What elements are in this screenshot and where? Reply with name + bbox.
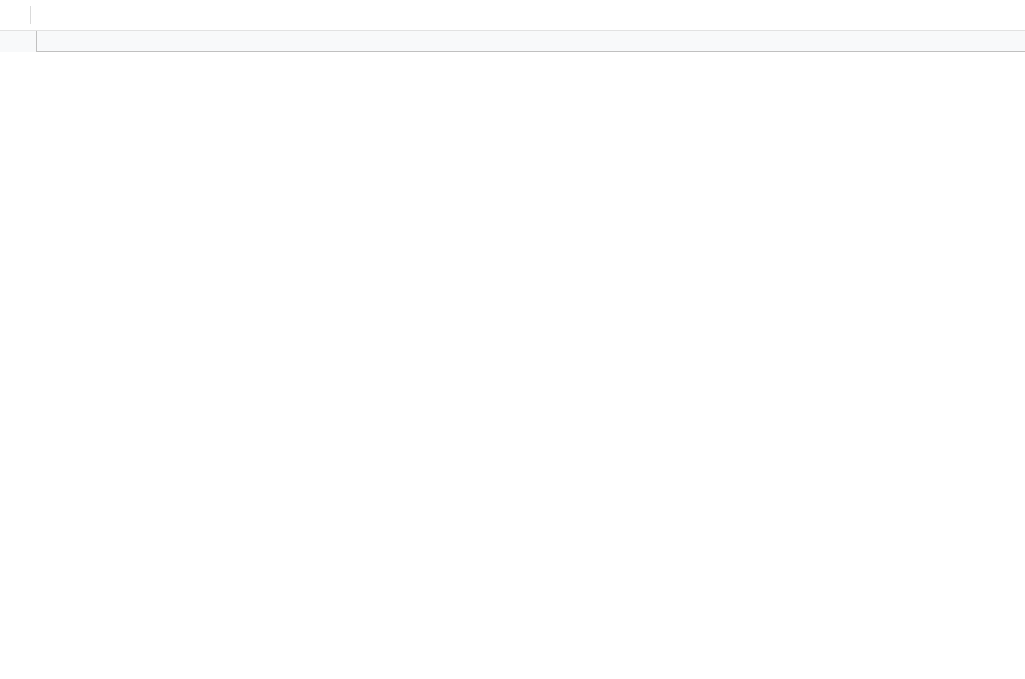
formula-bar	[0, 0, 1025, 31]
formula-bar-divider	[30, 6, 31, 24]
select-all-corner[interactable]	[0, 31, 37, 52]
column-header-bar	[0, 31, 1025, 52]
